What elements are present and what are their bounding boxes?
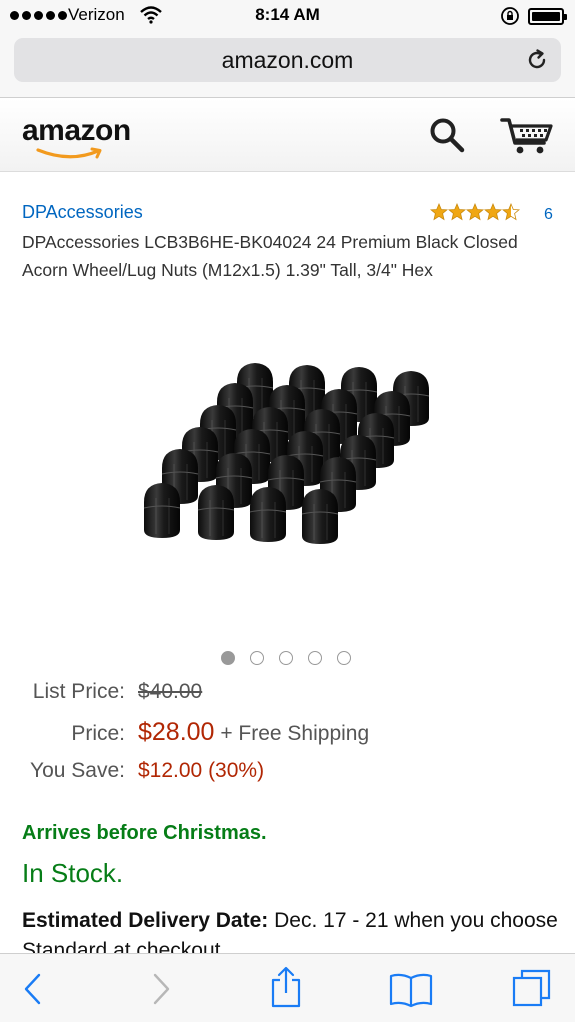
arrives-message: Arrives before Christmas. [22, 822, 267, 844]
rating-stars-icon [429, 202, 522, 226]
list-price-label: List Price: [32, 680, 125, 703]
battery-icon [528, 8, 567, 25]
list-price-row: List Price: $40.00 [0, 680, 575, 710]
amazon-logo[interactable]: amazon [22, 114, 147, 159]
back-icon[interactable] [22, 972, 44, 1006]
price-value: $28.00 [138, 718, 215, 746]
you-save-label: You Save: [30, 759, 125, 782]
delivery-label: Estimated Delivery Date: [22, 909, 269, 932]
amazon-logo-text: amazon [22, 114, 131, 147]
price-value-group: $28.00 + Free Shipping [138, 718, 369, 747]
list-price-value: $40.00 [138, 680, 203, 703]
rating-count: 6 [544, 205, 553, 223]
you-save-row: You Save: $12.00 (30%) [0, 759, 575, 789]
carousel-dot[interactable] [279, 651, 293, 665]
search-icon[interactable] [428, 116, 466, 154]
browser-toolbar [0, 953, 575, 1022]
carousel-dot[interactable] [221, 651, 235, 665]
product-title: DPAccessories LCB3B6HE-BK04024 24 Premiu… [22, 232, 518, 280]
url-field[interactable]: amazon.com [14, 38, 561, 82]
carousel-dot[interactable] [308, 651, 322, 665]
amazon-smile-icon [36, 147, 102, 159]
share-icon[interactable] [270, 966, 302, 1008]
clock: 8:14 AM [255, 5, 320, 24]
url-text: amazon.com [221, 47, 354, 73]
carousel-dot[interactable] [337, 651, 351, 665]
tabs-icon[interactable] [512, 968, 552, 1008]
bookmarks-icon[interactable] [389, 972, 433, 1008]
price-label: Price: [71, 722, 125, 745]
product-rating[interactable]: 6 [429, 202, 553, 226]
forward-icon[interactable] [150, 972, 172, 1006]
lug-nut-group [143, 362, 430, 545]
amazon-header: amazon [0, 99, 575, 172]
reload-icon[interactable] [525, 48, 549, 72]
price-row: Price: $28.00 + Free Shipping [0, 718, 575, 748]
browser-address-bar: amazon.com [0, 32, 575, 98]
you-save-value: $12.00 (30%) [138, 759, 265, 782]
image-carousel-dots [221, 651, 351, 665]
carousel-dot[interactable] [250, 651, 264, 665]
cart-icon[interactable] [500, 116, 554, 156]
product-image[interactable] [130, 360, 440, 570]
stock-status: In Stock. [22, 858, 124, 888]
shipping-text: + Free Shipping [220, 722, 370, 745]
status-bar: Verizon 8:14 AM [0, 0, 575, 32]
orientation-lock-icon [501, 7, 519, 25]
brand-link[interactable]: DPAccessories [22, 202, 143, 223]
